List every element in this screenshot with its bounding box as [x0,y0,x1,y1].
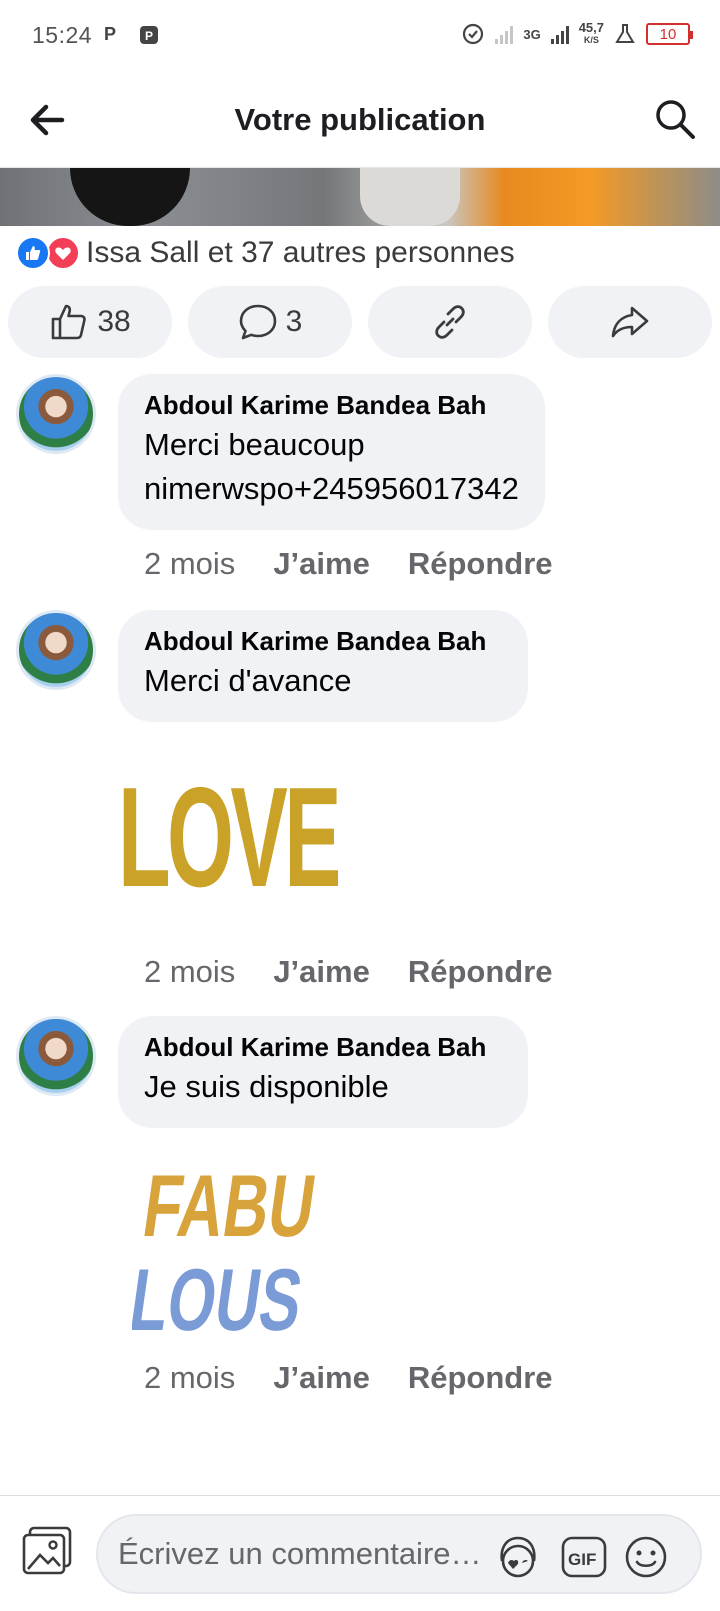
love-reaction-icon [46,236,80,270]
comment-author[interactable]: Abdoul Karime Bandea Bah [144,626,502,657]
comment-like-button[interactable]: J’aime [273,1360,370,1396]
comment-like-button[interactable]: J’aime [273,546,370,582]
comment-time[interactable]: 2 mois [144,954,235,990]
love-sticker[interactable]: LOVE [118,758,345,917]
avatar-sticker-icon[interactable] [494,1533,542,1581]
sync-icon [463,23,484,45]
page-title: Votre publication [234,102,486,137]
gif-icon[interactable]: GIF [560,1533,608,1581]
status-right-icons: 3G 45,7 K/S 10 [461,20,693,46]
signal-icon-2 [550,24,569,44]
svg-text:P: P [145,29,153,43]
avatar[interactable] [16,374,96,454]
comment-text-line1: Merci beaucoup [144,427,365,462]
svg-text:LOUS: LOUS [132,1250,308,1342]
parking-icon: P [104,24,117,44]
share-button[interactable] [548,286,712,358]
svg-text:GIF: GIF [568,1550,596,1569]
app-icon: P [138,24,160,51]
comment-author[interactable]: Abdoul Karime Bandea Bah [144,390,519,421]
comment-button[interactable]: 3 [188,286,352,358]
app-header: Votre publication [0,72,720,168]
svg-text:LOVE: LOVE [118,760,338,900]
search-icon[interactable] [652,96,698,142]
comment-composer: Écrivez un commentaire… GIF [0,1495,720,1611]
post-actions: 38 3 [8,286,712,358]
post-image[interactable] [0,168,720,226]
comment-meta: 2 mois J’aime Répondre [144,546,553,582]
comment-reply-button[interactable]: Répondre [408,1360,553,1396]
comment-reply-button[interactable]: Répondre [408,954,553,990]
battery-icon: 10 [646,23,693,45]
status-bar: 15:24 P P 3G 45,7 K/S 10 [0,0,720,72]
comment-text: Je suis disponible [144,1069,389,1104]
add-photo-icon[interactable] [20,1524,74,1578]
link-icon [435,305,465,339]
comment-input[interactable]: Écrivez un commentaire… GIF [96,1514,702,1594]
comment-input-placeholder: Écrivez un commentaire… [118,1536,482,1571]
share-arrow-icon [611,306,649,338]
comment-time[interactable]: 2 mois [144,546,235,582]
avatar[interactable] [16,1016,96,1096]
comment-text-line2: nimerwspo+245956017342 [144,471,519,506]
signal-icon-1 [495,24,514,44]
thumbs-up-icon [52,304,87,340]
comment-reply-button[interactable]: Répondre [408,546,553,582]
comment-meta: 2 mois J’aime Répondre [144,1360,553,1396]
like-reaction-icon [16,236,50,270]
comment-count: 3 [285,305,303,338]
comment-bubble[interactable]: Abdoul Karime Bandea Bah Je suis disponi… [118,1016,528,1128]
comment-like-button[interactable]: J’aime [273,954,370,990]
comment-meta: 2 mois J’aime Répondre [144,954,553,990]
svg-text:FABU: FABU [138,1156,322,1255]
copy-link-button[interactable] [368,286,532,358]
comment-bubble[interactable]: Abdoul Karime Bandea Bah Merci d'avance [118,610,528,722]
avatar[interactable] [16,610,96,690]
flask-icon [615,24,635,43]
network-type: 3G [523,26,541,42]
comment-author[interactable]: Abdoul Karime Bandea Bah [144,1032,502,1063]
comment-text: Merci d'avance [144,663,352,698]
status-time: 15:24 [32,22,93,48]
comment-time[interactable]: 2 mois [144,1360,235,1396]
like-button[interactable]: 38 [8,286,172,358]
reaction-summary-text[interactable]: Issa Sall et 37 autres personnes [86,236,515,270]
comment-bubble[interactable]: Abdoul Karime Bandea Bah Merci beaucoup … [118,374,545,530]
like-count: 38 [97,305,131,338]
network-speed: 45,7 K/S [578,20,604,45]
comment-bubble-icon [239,304,276,340]
reactions-summary[interactable]: Issa Sall et 37 autres personnes [16,236,515,270]
emoji-icon[interactable] [622,1533,670,1581]
fabulous-sticker[interactable]: FABU LOUS [124,1152,322,1349]
